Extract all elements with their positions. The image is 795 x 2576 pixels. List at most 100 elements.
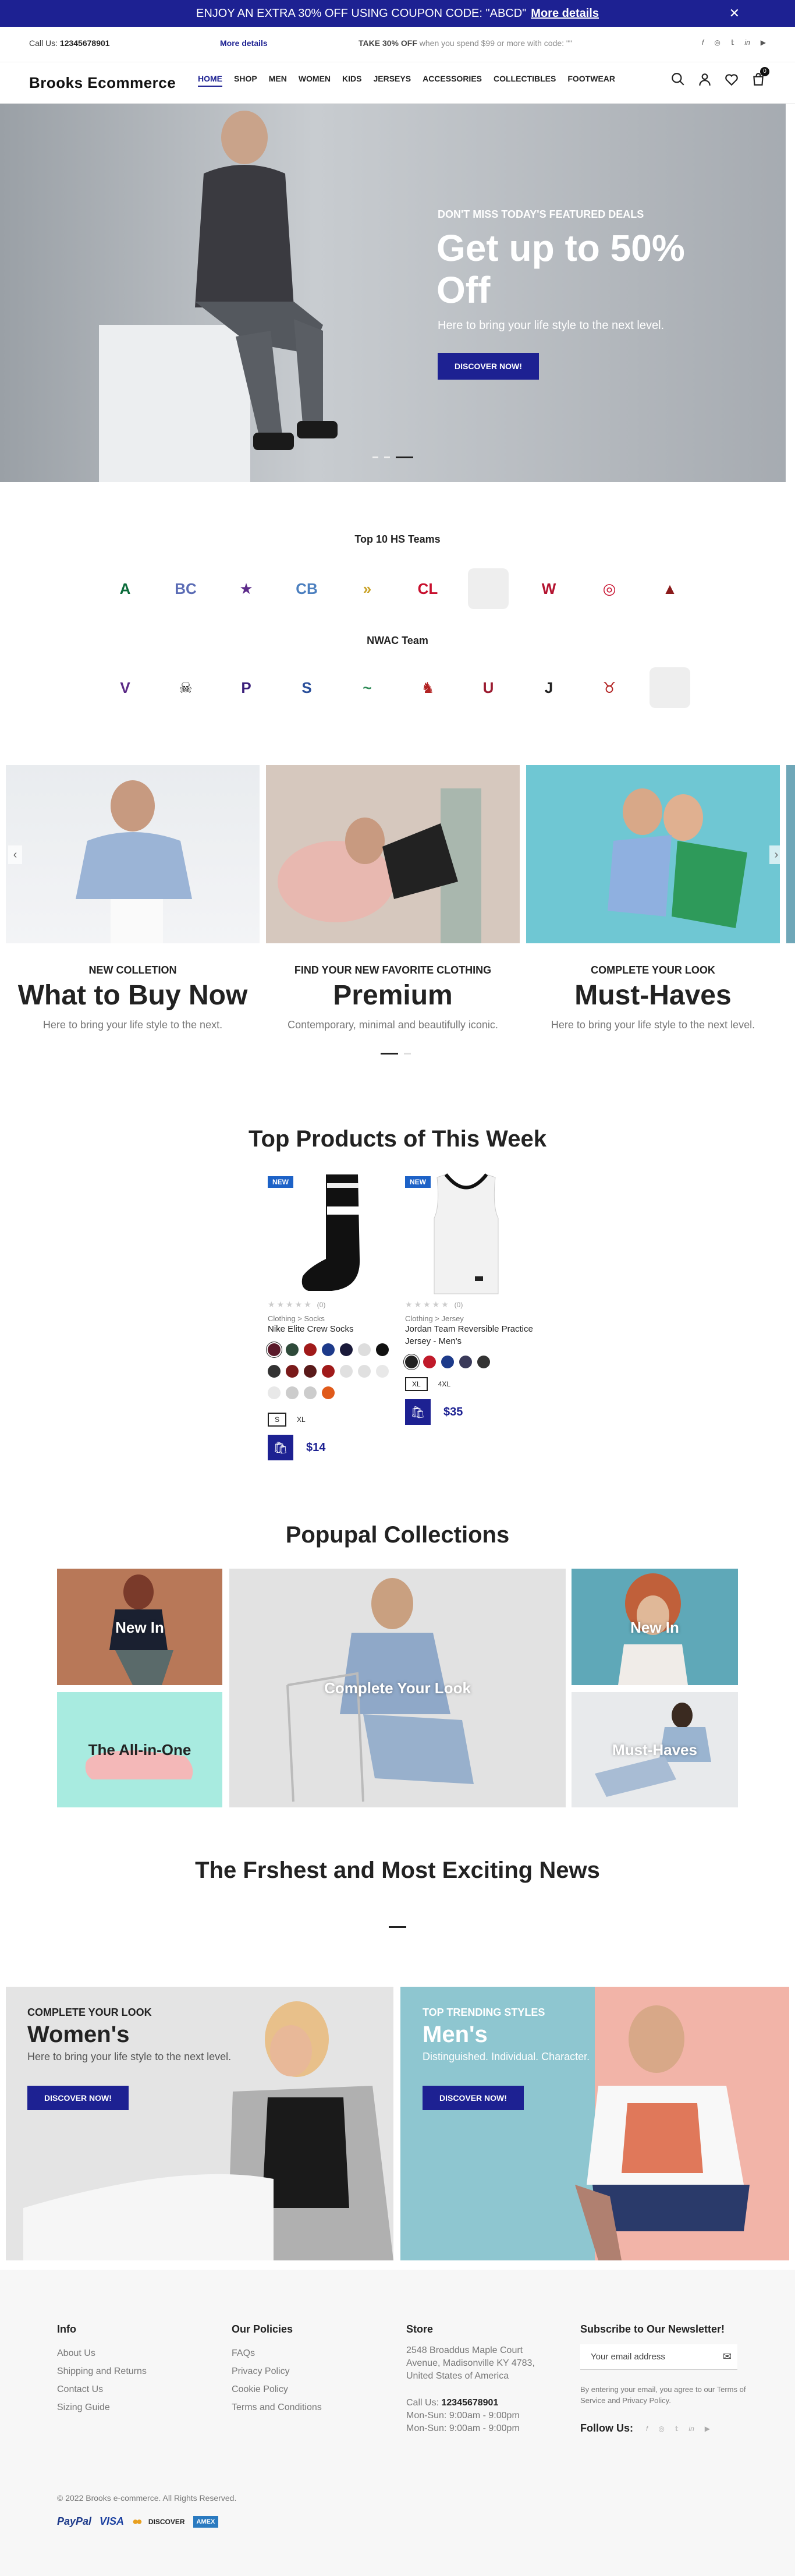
site-logo[interactable]: Brooks Ecommerce [29, 74, 176, 92]
size-option[interactable]: 4XL [432, 1378, 456, 1390]
color-swatch[interactable] [358, 1343, 371, 1356]
color-swatch[interactable] [376, 1365, 389, 1378]
collection-image-2[interactable] [266, 765, 520, 943]
product-image[interactable]: NEW [405, 1172, 538, 1300]
collection-image-3[interactable] [526, 765, 780, 943]
color-swatch[interactable] [286, 1365, 299, 1378]
team-logo[interactable]: J [528, 667, 569, 708]
size-option[interactable]: S [268, 1413, 287, 1427]
team-logo[interactable]: ☠ [165, 667, 206, 708]
product-category[interactable]: Clothing > Socks [268, 1314, 400, 1323]
color-swatch[interactable] [340, 1343, 353, 1356]
team-logo[interactable]: ★ [226, 568, 267, 609]
email-field[interactable]: Your email address ✉ [580, 2344, 737, 2370]
footer-link[interactable]: Shipping and Returns [57, 2362, 147, 2380]
discover-button[interactable]: DISCOVER NOW! [438, 353, 539, 380]
color-swatch[interactable] [358, 1365, 371, 1378]
mens-banner[interactable]: TOP TRENDING STYLES Men's Distinguished.… [400, 1987, 789, 2260]
collection-tile[interactable]: Must-Haves [572, 1692, 738, 1807]
collection-tile[interactable]: The All-in-One [57, 1692, 222, 1807]
slider-next-arrow[interactable]: › [769, 845, 783, 864]
collection-tile[interactable]: New In [57, 1569, 222, 1685]
team-logo[interactable] [468, 568, 509, 609]
search-icon[interactable] [670, 72, 686, 87]
instagram-icon[interactable]: ◎ [658, 2425, 664, 2433]
color-swatch[interactable] [268, 1343, 281, 1356]
add-to-cart-button[interactable]: 🛍 [405, 1399, 431, 1425]
color-swatch[interactable] [304, 1343, 317, 1356]
collection-tile[interactable]: New In [572, 1569, 738, 1685]
footer-link[interactable]: Contact Us [57, 2380, 147, 2398]
menu-jerseys[interactable]: JERSEYS [373, 74, 411, 87]
footer-link[interactable]: Cookie Policy [232, 2380, 322, 2398]
menu-women[interactable]: WOMEN [299, 74, 331, 87]
facebook-icon[interactable]: f [646, 2425, 648, 2433]
menu-footwear[interactable]: FOOTWEAR [567, 74, 615, 87]
phone-number[interactable]: 12345678901 [60, 38, 110, 48]
color-swatch[interactable] [376, 1343, 389, 1356]
team-logo[interactable] [650, 667, 690, 708]
more-details-link[interactable]: More details [220, 38, 268, 48]
team-logo[interactable]: » [347, 568, 388, 609]
heart-icon[interactable] [724, 72, 739, 87]
color-swatch[interactable] [286, 1386, 299, 1399]
color-swatch[interactable] [423, 1356, 436, 1368]
slider-prev-arrow[interactable]: ‹ [8, 845, 22, 864]
menu-collectibles[interactable]: COLLECTIBLES [494, 74, 556, 87]
product-category[interactable]: Clothing > Jersey [405, 1314, 538, 1323]
color-swatch[interactable] [322, 1343, 335, 1356]
slider-dot[interactable] [404, 1053, 411, 1055]
color-swatch[interactable] [441, 1356, 454, 1368]
size-option[interactable]: XL [405, 1377, 428, 1391]
add-to-cart-button[interactable]: 🛍 [268, 1435, 293, 1460]
twitter-icon[interactable]: 𝕥 [731, 38, 734, 47]
collection-tile[interactable]: Complete Your Look [229, 1569, 566, 1807]
color-swatch[interactable] [268, 1386, 281, 1399]
youtube-icon[interactable]: ▶ [705, 2425, 710, 2433]
menu-shop[interactable]: SHOP [234, 74, 257, 87]
menu-men[interactable]: MEN [269, 74, 287, 87]
linkedin-icon[interactable]: in [744, 38, 750, 47]
slider-dot-active[interactable] [396, 457, 413, 458]
size-option[interactable]: XL [291, 1414, 311, 1425]
footer-link[interactable]: FAQs [232, 2344, 322, 2362]
footer-link[interactable]: Terms and Conditions [232, 2398, 322, 2416]
womens-banner[interactable]: COMPLETE YOUR LOOK Women's Here to bring… [6, 1987, 393, 2260]
color-swatch[interactable] [322, 1365, 335, 1378]
footer-link[interactable]: Sizing Guide [57, 2398, 147, 2416]
team-logo[interactable]: ◎ [589, 568, 630, 609]
team-logo[interactable]: ♞ [407, 667, 448, 708]
team-logo[interactable]: ▲ [650, 568, 690, 609]
instagram-icon[interactable]: ◎ [714, 38, 720, 47]
color-swatch[interactable] [459, 1356, 472, 1368]
color-swatch[interactable] [304, 1365, 317, 1378]
linkedin-icon[interactable]: in [688, 2425, 694, 2433]
menu-accessories[interactable]: ACCESSORIES [423, 74, 482, 87]
menu-home[interactable]: HOME [198, 74, 222, 87]
color-swatch[interactable] [286, 1343, 299, 1356]
user-icon[interactable] [697, 72, 712, 87]
team-logo[interactable]: S [286, 667, 327, 708]
team-logo[interactable]: BC [165, 568, 206, 609]
color-swatch[interactable] [304, 1386, 317, 1399]
twitter-icon[interactable]: 𝕥 [675, 2425, 679, 2433]
team-logo[interactable]: V [105, 667, 145, 708]
product-card[interactable]: NEW ★★★★★ (0) Clothing > Jersey Jordan T… [405, 1172, 538, 1425]
youtube-icon[interactable]: ▶ [761, 38, 766, 47]
discover-button[interactable]: DISCOVER NOW! [423, 2086, 524, 2110]
product-name[interactable]: Jordan Team Reversible Practice Jersey -… [405, 1323, 538, 1347]
color-swatch[interactable] [268, 1365, 281, 1378]
product-name[interactable]: Nike Elite Crew Socks [268, 1323, 400, 1335]
team-logo[interactable]: A [105, 568, 145, 609]
team-logo[interactable]: U [468, 667, 509, 708]
menu-kids[interactable]: KIDS [342, 74, 361, 87]
color-swatch[interactable] [477, 1356, 490, 1368]
color-swatch[interactable] [340, 1365, 353, 1378]
slider-dot[interactable] [372, 457, 378, 458]
team-logo[interactable]: CL [407, 568, 448, 609]
team-logo[interactable]: CB [286, 568, 327, 609]
product-card[interactable]: NEW ★★★★★ (0) Clothing > Socks Nike Elit… [268, 1172, 400, 1460]
team-logo[interactable]: P [226, 667, 267, 708]
color-swatch[interactable] [405, 1356, 418, 1368]
color-swatch[interactable] [322, 1386, 335, 1399]
